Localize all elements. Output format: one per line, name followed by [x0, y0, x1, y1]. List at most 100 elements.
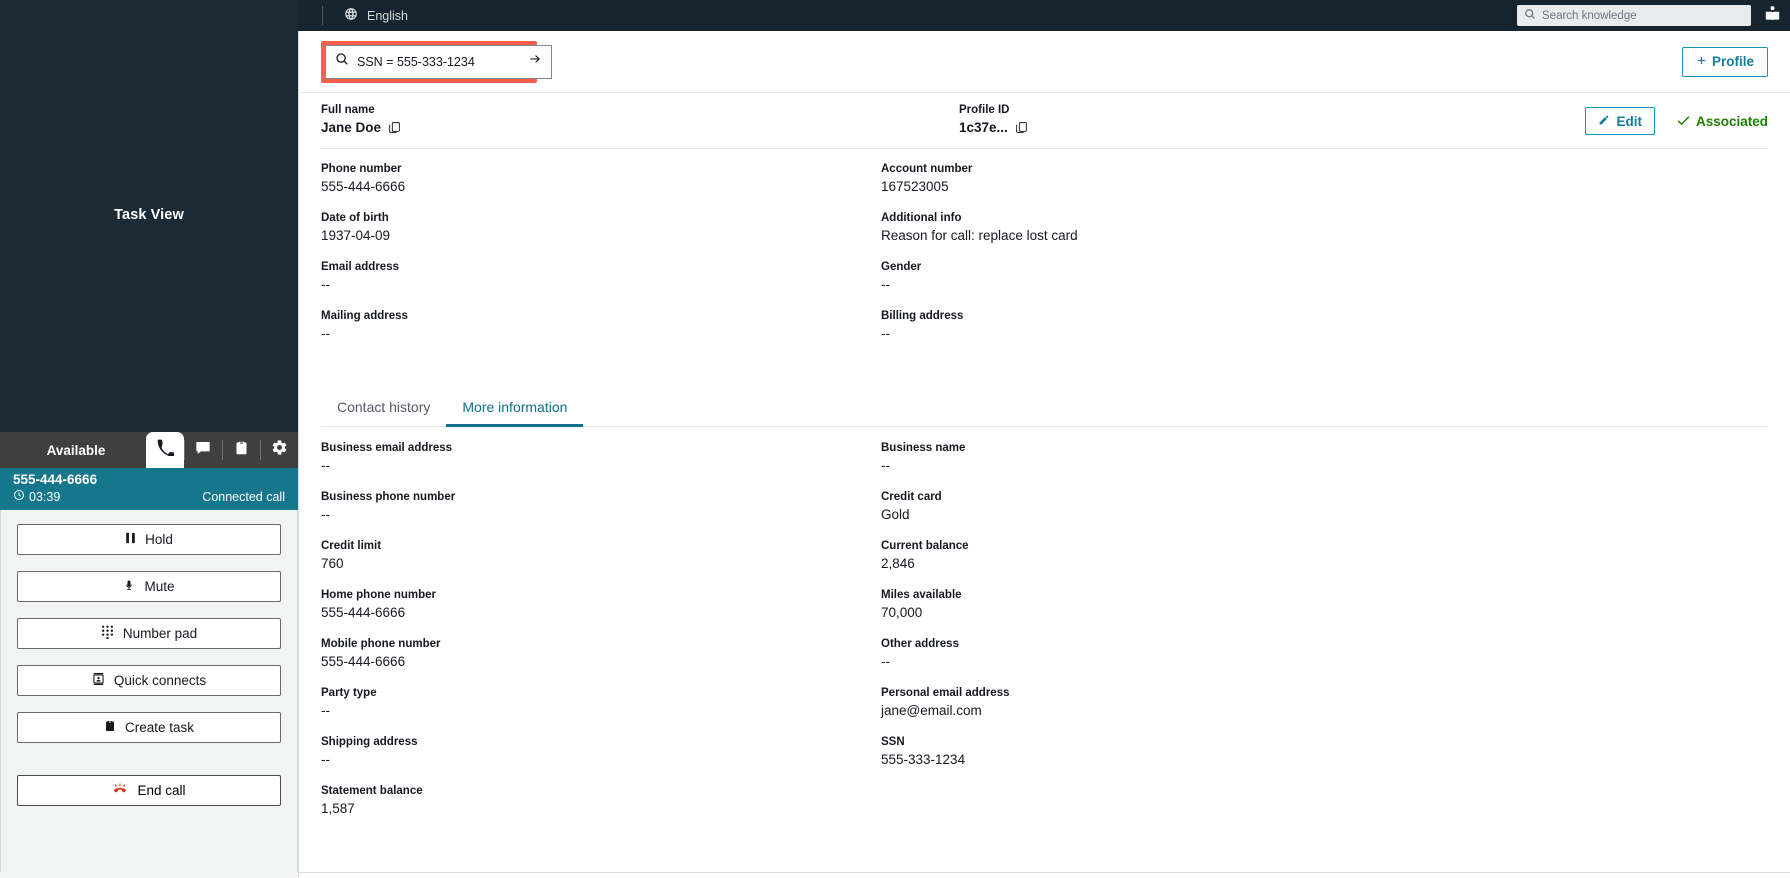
- chat-bubble-icon: [195, 440, 211, 461]
- top-bar-right-group: [1517, 5, 1783, 27]
- field-account-number: Account number 167523005: [881, 162, 1768, 196]
- clipboard-icon: [234, 440, 249, 461]
- add-profile-label: Profile: [1712, 54, 1754, 69]
- active-contact-strip: 555-444-6666 03:39 Connected call: [0, 468, 298, 510]
- contact-timer-value: 03:39: [29, 490, 60, 504]
- contact-meta: 03:39 Connected call: [13, 489, 285, 504]
- field-home-phone-number: Home phone number 555-444-6666: [321, 588, 881, 622]
- field-label: Home phone number: [321, 588, 881, 603]
- field-value: --: [321, 275, 881, 294]
- field-credit-card: Credit card Gold: [881, 490, 1768, 524]
- microphone-icon: [123, 578, 135, 596]
- field-email-address: Email address --: [321, 260, 881, 294]
- profile-header-row: Full name Jane Doe Profile ID 1c37e...: [299, 93, 1790, 148]
- field-label: Email address: [321, 260, 881, 275]
- field-label: Mailing address: [321, 309, 881, 324]
- field-label: Miles available: [881, 588, 1768, 603]
- quick-connects-button[interactable]: Quick connects: [17, 665, 281, 696]
- end-call-region: End call: [17, 775, 281, 820]
- field-value: 555-333-1234: [881, 750, 1768, 769]
- field-additional-info: Additional info Reason for call: replace…: [881, 211, 1768, 245]
- section-spacer: [299, 343, 1790, 389]
- field-label: Phone number: [321, 162, 881, 177]
- field-value: 1c37e...: [959, 118, 1028, 137]
- ccp-tab-settings[interactable]: [260, 432, 298, 468]
- profile-search-box[interactable]: [325, 45, 552, 79]
- mute-button[interactable]: Mute: [17, 571, 281, 602]
- knowledge-panel-button[interactable]: [1761, 5, 1783, 27]
- copy-icon[interactable]: [1015, 121, 1028, 134]
- knowledge-search[interactable]: [1517, 5, 1751, 26]
- number-pad-button[interactable]: Number pad: [17, 618, 281, 649]
- edit-profile-label: Edit: [1616, 114, 1642, 129]
- contact-state-label: Connected call: [202, 490, 285, 504]
- field-label: Statement balance: [321, 784, 881, 799]
- tab-more-information[interactable]: More information: [446, 389, 583, 427]
- search-icon: [335, 52, 349, 71]
- profile-search-submit[interactable]: [526, 53, 544, 71]
- field-label: Current balance: [881, 539, 1768, 554]
- field-current-balance: Current balance 2,846: [881, 539, 1768, 573]
- field-personal-email-address: Personal email address jane@email.com: [881, 686, 1768, 720]
- associated-status: Associated: [1677, 114, 1768, 129]
- full-name-value: Jane Doe: [321, 118, 381, 137]
- field-value: --: [321, 456, 881, 475]
- field-value: --: [321, 750, 881, 769]
- associated-label: Associated: [1696, 114, 1768, 129]
- agent-status-bar: Available: [0, 432, 298, 468]
- field-label: Credit limit: [321, 539, 881, 554]
- field-phone-number: Phone number 555-444-6666: [321, 162, 881, 196]
- field-gender: Gender --: [881, 260, 1768, 294]
- field-value: --: [881, 652, 1768, 671]
- tab-contact-history[interactable]: Contact history: [321, 389, 446, 427]
- more-info-left-column: Business email address -- Business phone…: [321, 441, 881, 818]
- field-billing-address: Billing address --: [881, 309, 1768, 343]
- agent-status-label[interactable]: Available: [0, 432, 146, 468]
- profile-tabs: Contact history More information: [321, 389, 1768, 427]
- arrow-right-icon: [527, 52, 543, 71]
- ccp-tab-chat[interactable]: [184, 432, 222, 468]
- field-label: Business name: [881, 441, 1768, 456]
- dialpad-icon: [101, 625, 114, 642]
- end-call-button-label: End call: [137, 783, 185, 798]
- pause-icon: [125, 532, 136, 547]
- field-value: --: [321, 324, 881, 343]
- horizontal-scrollbar[interactable]: [299, 872, 1790, 878]
- field-label: Full name: [321, 103, 959, 118]
- contact-phone-number: 555-444-6666: [13, 472, 285, 488]
- profile-fields-section: Phone number 555-444-6666 Date of birth …: [299, 149, 1790, 343]
- copy-icon[interactable]: [388, 121, 401, 134]
- field-value: Jane Doe: [321, 118, 959, 137]
- task-view-region: Task View: [0, 0, 298, 432]
- hold-button[interactable]: Hold: [17, 524, 281, 555]
- end-call-button[interactable]: End call: [17, 775, 281, 806]
- add-profile-button[interactable]: Profile: [1682, 47, 1768, 77]
- profile-actions: Edit Associated: [1585, 103, 1768, 135]
- field-date-of-birth: Date of birth 1937-04-09: [321, 211, 881, 245]
- more-info-right-column: Business name -- Credit card Gold Curren…: [881, 441, 1768, 818]
- field-credit-limit: Credit limit 760: [321, 539, 881, 573]
- plus-icon: [1696, 54, 1707, 69]
- field-value: 555-444-6666: [321, 177, 881, 196]
- knowledge-search-input[interactable]: [1542, 10, 1744, 22]
- mute-button-label: Mute: [144, 579, 174, 594]
- create-task-button[interactable]: Create task: [17, 712, 281, 743]
- phone-icon: [157, 439, 174, 461]
- profile-search-input[interactable]: [357, 55, 518, 69]
- field-label: Business email address: [321, 441, 881, 456]
- field-shipping-address: Shipping address --: [321, 735, 881, 769]
- ccp-tab-task[interactable]: [222, 432, 260, 468]
- language-selector[interactable]: English: [322, 0, 408, 31]
- field-business-phone-number: Business phone number --: [321, 490, 881, 524]
- field-mailing-address: Mailing address --: [321, 309, 881, 343]
- field-mobile-phone-number: Mobile phone number 555-444-6666: [321, 637, 881, 671]
- contact-card-icon: [92, 672, 105, 689]
- field-value: 555-444-6666: [321, 603, 881, 622]
- field-value: jane@email.com: [881, 701, 1768, 720]
- field-value: Reason for call: replace lost card: [881, 226, 1768, 245]
- ccp-tab-phone[interactable]: [146, 432, 184, 468]
- edit-profile-button[interactable]: Edit: [1585, 107, 1655, 135]
- profile-id-value: 1c37e...: [959, 118, 1008, 137]
- knowledge-book-icon: [1764, 5, 1781, 27]
- ccp-bottom-edge: [0, 872, 299, 878]
